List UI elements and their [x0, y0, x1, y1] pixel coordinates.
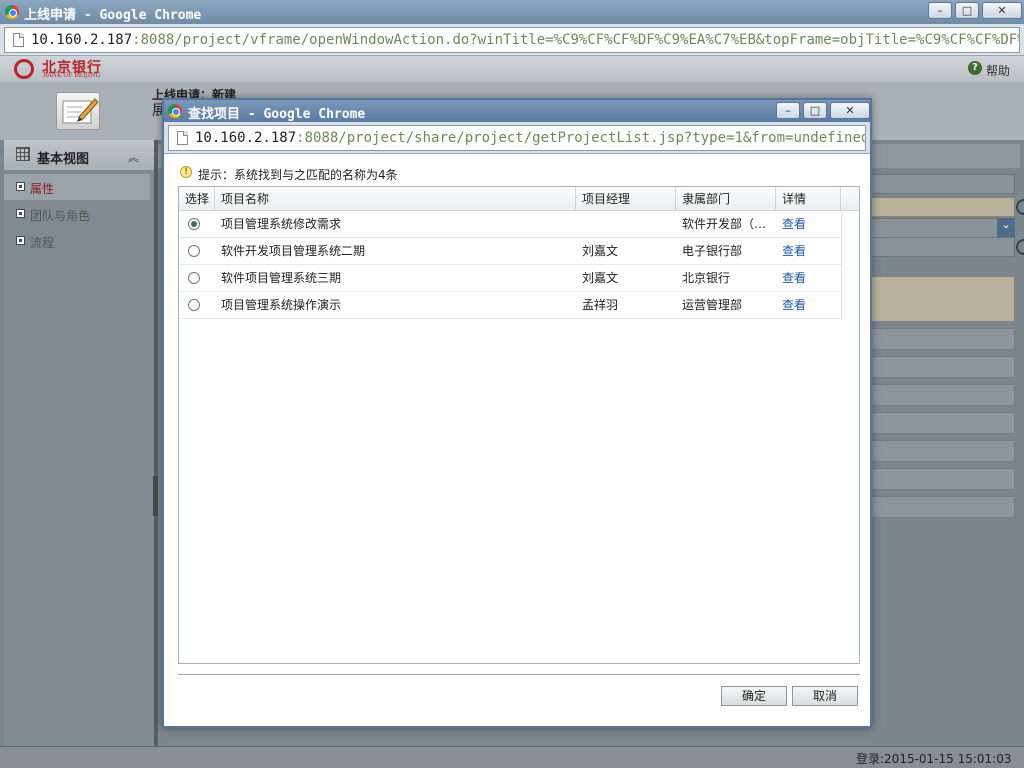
page-icon — [13, 33, 24, 47]
row-radio[interactable] — [188, 299, 200, 311]
nav-bullet-icon — [16, 209, 25, 218]
bank-logo-en: BANK OF BEIJING — [43, 72, 101, 79]
dialog-minimize-button[interactable]: – — [776, 102, 800, 119]
nav-item-label: 团队与角色 — [30, 209, 91, 223]
project-manager — [582, 211, 676, 238]
nav-item-properties[interactable]: 属性 — [4, 174, 150, 200]
form-field[interactable] — [870, 174, 1015, 194]
nav-bullet-icon — [16, 182, 25, 191]
view-detail-link[interactable]: 查看 — [782, 265, 832, 292]
help-link[interactable]: 帮助 — [986, 62, 1010, 79]
form-search-field[interactable] — [870, 237, 1024, 257]
form-row — [870, 412, 1015, 434]
outer-address-bar: 10.160.2.187:8088/project/vframe/openWin… — [0, 24, 1024, 56]
project-manager: 刘嘉文 — [582, 244, 619, 258]
left-panel-title: 基本视图 — [37, 152, 90, 167]
form-row — [870, 440, 1015, 462]
outer-url-path: :8088/project/vframe/openWindowAction.do… — [132, 32, 1020, 48]
form-row — [870, 384, 1015, 406]
form-row — [870, 328, 1015, 350]
dialog-url-field[interactable]: 10.160.2.187:8088/project/share/project/… — [168, 125, 866, 151]
project-dept: 运营管理部 — [682, 298, 743, 312]
column-header-dept[interactable]: 隶属部门 — [676, 187, 776, 211]
table-scroll-column — [841, 211, 859, 319]
table-row[interactable]: 项目管理系统修改需求 软件开发部（… 查看 — [179, 211, 841, 238]
help-icon[interactable]: ? — [968, 61, 982, 75]
pencil-icon — [56, 92, 100, 130]
dialog-title: 查找项目 - Google Chrome — [188, 107, 366, 122]
column-header-select[interactable]: 选择 — [179, 187, 215, 211]
project-dept: 北京银行 — [682, 271, 731, 285]
outer-window-title: 上线申请 - Google Chrome — [24, 8, 202, 23]
project-dept: 软件开发部（… — [682, 217, 767, 231]
page-icon — [177, 131, 188, 145]
dialog-address-bar: 10.160.2.187:8088/project/share/project/… — [164, 122, 870, 154]
view-detail-link[interactable]: 查看 — [782, 211, 832, 238]
column-header-name[interactable]: 项目名称 — [215, 187, 576, 211]
table-row[interactable]: 软件项目管理系统三期 刘嘉文 北京银行 查看 — [179, 265, 841, 292]
collapse-icon[interactable]: ︽ — [128, 149, 139, 165]
status-bar: 登录:2015-01-15 15:01:03 — [0, 746, 1024, 768]
column-header-detail[interactable]: 详情 — [776, 187, 841, 211]
dialog-titlebar: 查找项目 - Google Chrome – □ ✕ — [164, 100, 870, 122]
form-search-field[interactable] — [870, 197, 1024, 217]
login-status: 登录:2015-01-15 15:01:03 — [856, 752, 1012, 766]
nav-item-team-roles[interactable]: 团队与角色 — [4, 201, 150, 227]
project-manager: 孟祥羽 — [582, 298, 619, 312]
minimize-button[interactable]: – — [928, 2, 952, 19]
outer-url-field[interactable]: 10.160.2.187:8088/project/vframe/openWin… — [4, 27, 1020, 53]
table-header: 选择 项目名称 项目经理 隶属部门 详情 — [179, 187, 859, 211]
project-manager: 刘嘉文 — [582, 271, 619, 285]
nav-item-process[interactable]: 流程 — [4, 228, 150, 254]
dialog-close-button[interactable]: ✕ — [830, 102, 870, 119]
row-radio[interactable] — [188, 245, 200, 257]
form-row — [870, 496, 1015, 518]
dialog-maximize-button[interactable]: □ — [803, 102, 827, 119]
bank-logo-icon — [14, 59, 34, 79]
row-radio[interactable] — [188, 272, 200, 284]
chrome-icon — [168, 104, 182, 118]
form-row — [870, 468, 1015, 490]
form-row — [870, 356, 1015, 378]
cancel-button[interactable]: 取消 — [792, 686, 858, 706]
dialog-divider — [178, 674, 860, 675]
project-list: 选择 项目名称 项目经理 隶属部门 详情 项目管理系统修改需求 软件开发部（… … — [178, 186, 860, 664]
form-textarea[interactable] — [870, 276, 1015, 322]
form-select-field[interactable] — [870, 218, 1015, 238]
left-panel-header: 基本视图 ︽ — [4, 140, 154, 170]
outer-url-host: 10.160.2.187 — [31, 32, 133, 48]
warning-icon: ! — [180, 166, 192, 178]
nav-item-label: 属性 — [30, 182, 55, 196]
project-name: 项目管理系统操作演示 — [221, 298, 342, 312]
left-panel: 基本视图 ︽ 属性 团队与角色 流程 — [4, 140, 154, 748]
chrome-icon — [5, 5, 19, 19]
project-name: 软件开发项目管理系统二期 — [221, 244, 366, 258]
table-row[interactable]: 软件开发项目管理系统二期 刘嘉文 电子银行部 查看 — [179, 238, 841, 265]
dialog-body: ! 提示：系统找到与之匹配的名称为4条 选择 项目名称 项目经理 隶属部门 详情… — [164, 154, 870, 726]
dialog-url-path: :8088/project/share/project/getProjectLi… — [296, 130, 866, 146]
ok-button[interactable]: 确定 — [721, 686, 787, 706]
search-result-hint: 提示：系统找到与之匹配的名称为4条 — [198, 168, 398, 182]
view-detail-link[interactable]: 查看 — [782, 292, 832, 319]
row-radio[interactable] — [188, 218, 200, 230]
grid-icon — [16, 147, 30, 161]
nav-item-label: 流程 — [30, 236, 55, 250]
project-name: 项目管理系统修改需求 — [221, 217, 342, 231]
project-dept: 电子银行部 — [682, 244, 743, 258]
dialog-url-host: 10.160.2.187 — [195, 130, 297, 146]
nav-bullet-icon — [16, 236, 25, 245]
find-project-dialog: 查找项目 - Google Chrome – □ ✕ 10.160.2.187:… — [162, 98, 872, 728]
outer-window-titlebar: 上线申请 - Google Chrome – □ ✕ — [0, 0, 1024, 24]
column-header-manager[interactable]: 项目经理 — [576, 187, 676, 211]
close-button[interactable]: ✕ — [982, 2, 1022, 19]
table-row[interactable]: 项目管理系统操作演示 孟祥羽 运营管理部 查看 — [179, 292, 841, 319]
view-detail-link[interactable]: 查看 — [782, 238, 832, 265]
maximize-button[interactable]: □ — [955, 2, 979, 19]
project-name: 软件项目管理系统三期 — [221, 271, 342, 285]
app-topbar: 北京银行 BANK OF BEIJING ? 帮助 — [0, 56, 1024, 82]
